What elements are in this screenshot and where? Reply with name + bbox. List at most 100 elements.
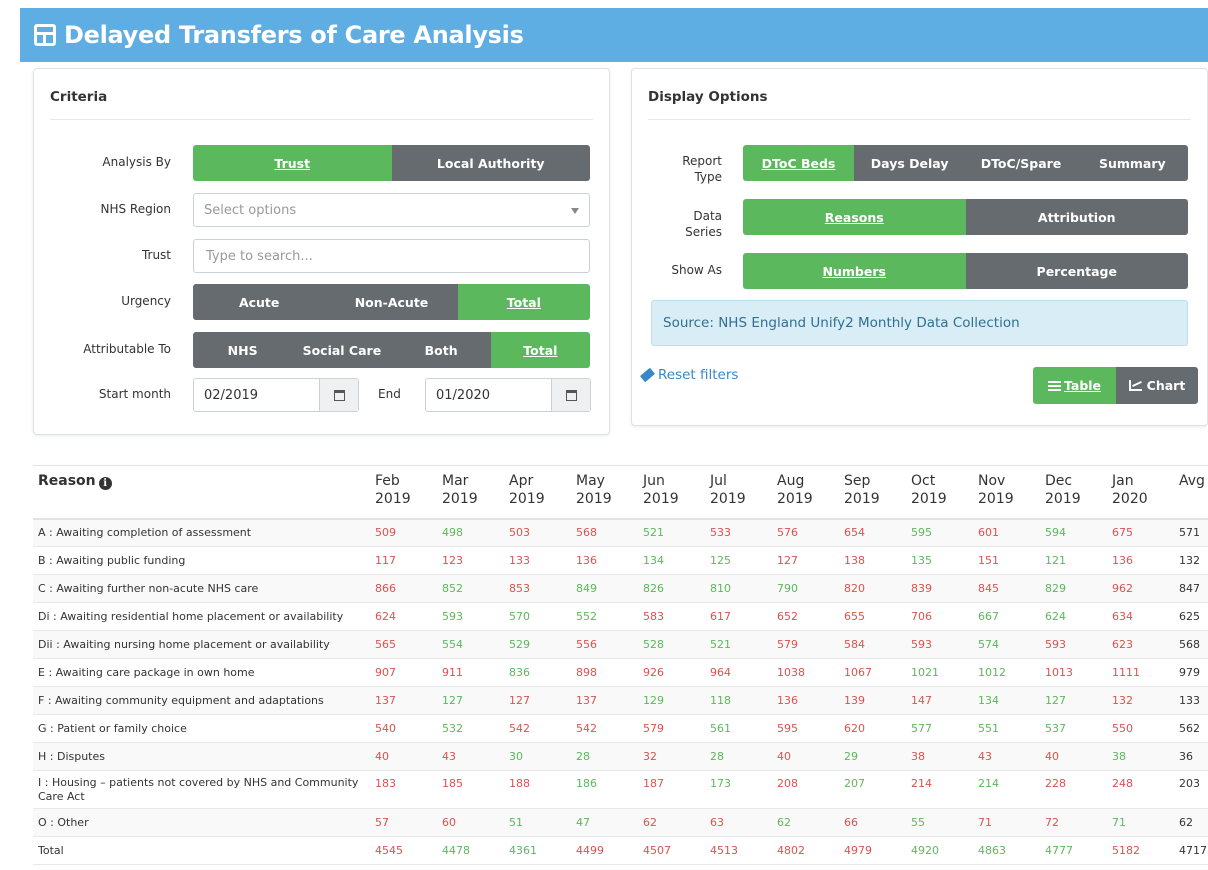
month-column-header[interactable]: Feb 2019 xyxy=(375,465,442,520)
criteria-panel: Criteria Analysis By Trust Local Authori… xyxy=(33,68,610,435)
value-cell: 810 xyxy=(710,574,777,603)
reason-cell: Total xyxy=(33,836,375,865)
month-column-header[interactable]: Nov 2019 xyxy=(978,465,1045,520)
month-column-header[interactable]: Apr 2019 xyxy=(509,465,576,520)
value-cell: 620 xyxy=(844,714,911,743)
value-cell: 1038 xyxy=(777,658,844,687)
start-month-input[interactable]: 02/2019 xyxy=(193,378,359,412)
value-cell: 911 xyxy=(442,658,509,687)
analysis-by-local-authority-button[interactable]: Local Authority xyxy=(391,145,590,181)
analysis-by-trust-button[interactable]: Trust xyxy=(193,145,392,181)
trust-search-input[interactable]: Type to search... xyxy=(193,239,590,273)
month-column-header[interactable]: Dec 2019 xyxy=(1045,465,1112,520)
value-cell: 624 xyxy=(375,602,442,631)
urgency-non-acute-button[interactable]: Non-Acute xyxy=(325,284,458,320)
table-row: A : Awaiting completion of assessment 509… xyxy=(33,518,1208,547)
value-cell: 595 xyxy=(911,518,978,547)
month-column-header[interactable]: Jun 2019 xyxy=(643,465,710,520)
value-cell: 790 xyxy=(777,574,844,603)
end-calendar-button[interactable] xyxy=(551,379,590,411)
table-row: I : Housing – patients not covered by NH… xyxy=(33,770,1208,809)
report-type-dtoc-beds-button[interactable]: DToC Beds xyxy=(743,145,854,181)
month-column-header[interactable]: May 2019 xyxy=(576,465,643,520)
value-cell: 849 xyxy=(576,574,643,603)
value-cell: 4361 xyxy=(509,836,576,865)
value-cell: 675 xyxy=(1112,518,1179,547)
value-cell: 550 xyxy=(1112,714,1179,743)
value-cell: 5182 xyxy=(1112,836,1179,865)
page-title: Delayed Transfers of Care Analysis xyxy=(64,21,524,49)
analysis-by-label: Analysis By xyxy=(102,155,171,169)
value-cell: 554 xyxy=(442,630,509,659)
end-month-input[interactable]: 01/2020 xyxy=(425,378,591,412)
value-cell: 852 xyxy=(442,574,509,603)
attributable-nhs-button[interactable]: NHS xyxy=(193,332,293,368)
value-cell: 907 xyxy=(375,658,442,687)
attributable-both-button[interactable]: Both xyxy=(391,332,491,368)
value-cell: 829 xyxy=(1045,574,1112,603)
value-cell: 820 xyxy=(844,574,911,603)
report-type-days-delay-button[interactable]: Days Delay xyxy=(854,145,966,181)
value-cell: 40 xyxy=(1045,742,1112,771)
value-cell: 4802 xyxy=(777,836,844,865)
report-type-dtoc-spare-button[interactable]: DToC/Spare xyxy=(965,145,1077,181)
data-series-attribution-button[interactable]: Attribution xyxy=(965,199,1188,235)
value-cell: 183 xyxy=(375,770,442,809)
attributable-total-button[interactable]: Total xyxy=(490,332,590,368)
value-cell: 38 xyxy=(1112,742,1179,771)
value-cell: 127 xyxy=(1045,686,1112,715)
month-column-header[interactable]: Mar 2019 xyxy=(442,465,509,520)
report-type-label: Report Type xyxy=(682,154,722,184)
avg-cell: 132 xyxy=(1179,546,1208,575)
value-cell: 72 xyxy=(1045,808,1112,837)
value-cell: 32 xyxy=(643,742,710,771)
nhs-region-select[interactable]: Select options xyxy=(193,193,590,227)
avg-cell: 62 xyxy=(1179,808,1208,837)
view-toggle: Table Chart xyxy=(1033,367,1198,404)
reset-filters-link[interactable]: Reset filters xyxy=(639,367,738,383)
month-column-header[interactable]: Jan 2020 xyxy=(1112,465,1179,520)
avg-column-header[interactable]: Avg xyxy=(1179,465,1208,520)
value-cell: 151 xyxy=(978,546,1045,575)
value-cell: 118 xyxy=(710,686,777,715)
attributable-social-care-button[interactable]: Social Care xyxy=(292,332,392,368)
value-cell: 1013 xyxy=(1045,658,1112,687)
show-as-percentage-button[interactable]: Percentage xyxy=(965,253,1188,289)
show-as-numbers-button[interactable]: Numbers xyxy=(743,253,966,289)
report-type-summary-button[interactable]: Summary xyxy=(1076,145,1188,181)
value-cell: 533 xyxy=(710,518,777,547)
table-view-button[interactable]: Table xyxy=(1033,367,1116,404)
value-cell: 584 xyxy=(844,630,911,659)
value-cell: 40 xyxy=(777,742,844,771)
avg-cell: 568 xyxy=(1179,630,1208,659)
reason-cell: E : Awaiting care package in own home xyxy=(33,658,375,687)
value-cell: 593 xyxy=(442,602,509,631)
value-cell: 135 xyxy=(911,546,978,575)
value-cell: 926 xyxy=(643,658,710,687)
reason-cell: Dii : Awaiting nursing home placement or… xyxy=(33,630,375,659)
start-calendar-button[interactable] xyxy=(319,379,358,411)
urgency-total-button[interactable]: Total xyxy=(457,284,590,320)
info-icon[interactable]: i xyxy=(98,477,112,490)
reason-column-header[interactable]: Reason i xyxy=(33,465,375,520)
data-series-reasons-button[interactable]: Reasons xyxy=(743,199,966,235)
value-cell: 568 xyxy=(576,518,643,547)
month-column-header[interactable]: Jul 2019 xyxy=(710,465,777,520)
month-column-header[interactable]: Aug 2019 xyxy=(777,465,844,520)
month-column-header[interactable]: Sep 2019 xyxy=(844,465,911,520)
reason-cell: H : Disputes xyxy=(33,742,375,771)
avg-cell: 36 xyxy=(1179,742,1208,771)
reason-cell: Di : Awaiting residential home placement… xyxy=(33,602,375,631)
value-cell: 1067 xyxy=(844,658,911,687)
chart-view-button[interactable]: Chart xyxy=(1116,367,1198,404)
value-cell: 509 xyxy=(375,518,442,547)
value-cell: 521 xyxy=(643,518,710,547)
value-cell: 66 xyxy=(844,808,911,837)
criteria-title: Criteria xyxy=(50,89,108,105)
reasons-table: Reason i Feb 2019 Mar 2019 Apr 2019 May 2019 Jun 2… xyxy=(33,465,1208,865)
value-cell: 595 xyxy=(777,714,844,743)
value-cell: 127 xyxy=(442,686,509,715)
month-column-header[interactable]: Oct 2019 xyxy=(911,465,978,520)
value-cell: 185 xyxy=(442,770,509,809)
urgency-acute-button[interactable]: Acute xyxy=(193,284,326,320)
